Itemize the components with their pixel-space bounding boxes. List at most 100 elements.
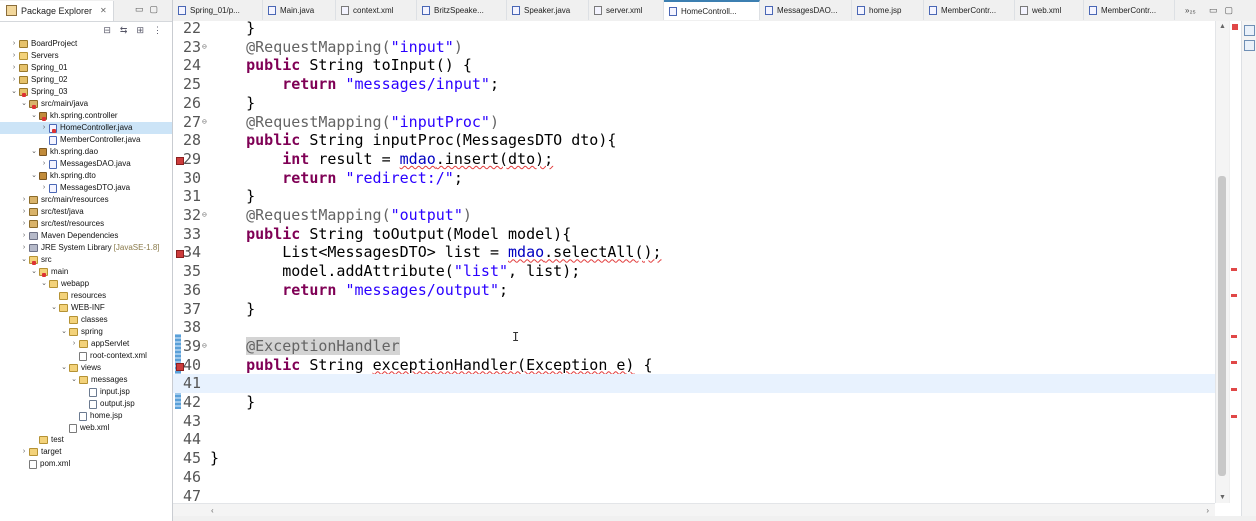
code-line[interactable]: 41 (173, 374, 1215, 393)
editor-tab[interactable]: HomeControll... (664, 0, 760, 20)
tree-item[interactable]: › MessagesDAO.java (0, 158, 172, 170)
scroll-up-arrow-icon[interactable]: ▲ (1219, 23, 1226, 30)
editor-tab[interactable]: Main.java (263, 0, 336, 20)
minimize-icon[interactable]: ▭ (1209, 5, 1225, 15)
tree-item[interactable]: › src/test/resources (0, 218, 172, 230)
fold-collapse-icon[interactable]: ⊖ (202, 38, 207, 57)
code-line[interactable]: 36 return "messages/output"; (173, 281, 1215, 300)
code-line[interactable]: 42 } (173, 393, 1215, 412)
tree-item[interactable]: ⌄ spring (0, 326, 172, 338)
code-line[interactable]: 33 public String toOutput(Model model){ (173, 225, 1215, 244)
code-line[interactable]: 24 public String toInput() { (173, 56, 1215, 75)
outline-view-icon[interactable] (1243, 25, 1255, 36)
tree-item[interactable]: › Spring_02 (0, 74, 172, 86)
tab-overflow-chevron[interactable]: »₂₅ (1175, 0, 1196, 21)
editor-tab[interactable]: home.jsp (852, 0, 924, 20)
chevron-down-icon[interactable]: ⌄ (30, 110, 38, 122)
error-summary-icon[interactable] (1232, 24, 1238, 30)
tree-item[interactable]: › JRE System Library [JavaSE-1.8] (0, 242, 172, 254)
chevron-down-icon[interactable]: ⌄ (50, 302, 58, 314)
chevron-right-icon[interactable]: › (10, 50, 18, 62)
code-line[interactable]: 32 ⊖ @RequestMapping("output") (173, 206, 1215, 225)
tree-item[interactable]: MemberController.java (0, 134, 172, 146)
link-with-editor-icon[interactable]: ⇆ (120, 25, 128, 36)
chevron-down-icon[interactable]: ⌄ (20, 254, 28, 266)
tree-item[interactable]: resources (0, 290, 172, 302)
tree-item[interactable]: ⌄ views (0, 362, 172, 374)
editor-tab[interactable]: server.xml (589, 0, 664, 20)
tree-item[interactable]: web.xml (0, 422, 172, 434)
editor-tab[interactable]: BritzSpeake... (417, 0, 507, 20)
code-line[interactable]: 29 int result = mdao.insert(dto); (173, 150, 1215, 169)
editor-tab[interactable]: MessagesDAO... (760, 0, 852, 20)
tree-item[interactable]: › target (0, 446, 172, 458)
maximize-icon[interactable]: ▢ (149, 4, 164, 14)
collapse-all-icon[interactable]: ⊟ (103, 25, 111, 36)
chevron-right-icon[interactable]: › (40, 158, 48, 170)
tree-item[interactable]: ⌄ messages (0, 374, 172, 386)
chevron-right-icon[interactable]: › (20, 206, 28, 218)
chevron-down-icon[interactable]: ⌄ (60, 326, 68, 338)
code-line[interactable]: 22 } (173, 19, 1215, 38)
chevron-down-icon[interactable]: ⌄ (10, 86, 18, 98)
close-icon[interactable]: ✕ (100, 6, 107, 15)
code-line[interactable]: 34 List<MessagesDTO> list = mdao.selectA… (173, 243, 1215, 262)
chevron-right-icon[interactable]: › (20, 230, 28, 242)
chevron-right-icon[interactable]: › (20, 446, 28, 458)
chevron-right-icon[interactable]: › (20, 194, 28, 206)
code-line[interactable]: 30 return "redirect:/"; (173, 169, 1215, 188)
chevron-right-icon[interactable]: › (10, 74, 18, 86)
code-line[interactable]: 23 ⊖ @RequestMapping("input") (173, 38, 1215, 57)
tree-item[interactable]: › Servers (0, 50, 172, 62)
tree-item[interactable]: root-context.xml (0, 350, 172, 362)
tree-item[interactable]: › Spring_01 (0, 62, 172, 74)
tree-item[interactable]: › src/main/resources (0, 194, 172, 206)
overview-error-marker[interactable] (1231, 335, 1237, 339)
chevron-right-icon[interactable]: › (70, 338, 78, 350)
code-line[interactable]: 39 ⊖ @ExceptionHandler (173, 336, 1215, 356)
code-line[interactable]: 27 ⊖ @RequestMapping("inputProc") (173, 113, 1215, 132)
chevron-down-icon[interactable]: ⌄ (40, 278, 48, 290)
code-line[interactable]: 25 return "messages/input"; (173, 75, 1215, 94)
code-line[interactable]: 38 (173, 318, 1215, 337)
chevron-down-icon[interactable]: ⌄ (70, 374, 78, 386)
chevron-right-icon[interactable]: › (40, 122, 48, 134)
chevron-right-icon[interactable]: › (10, 62, 18, 74)
editor-tab[interactable]: Spring_01/p... (173, 0, 263, 20)
overview-error-marker[interactable] (1231, 388, 1237, 392)
maximize-icon[interactable]: ▢ (1224, 5, 1240, 15)
code-editor[interactable]: 22 } 23 ⊖ @RequestMapping("input") 24 publi… (173, 19, 1215, 505)
fold-collapse-icon[interactable]: ⊖ (202, 206, 207, 225)
chevron-down-icon[interactable]: ⌄ (30, 266, 38, 278)
tree-item[interactable]: ⌄ kh.spring.dao (0, 146, 172, 158)
tree-item[interactable]: test (0, 434, 172, 446)
code-line[interactable]: 44 (173, 430, 1215, 449)
scroll-left-arrow-icon[interactable]: ‹ (211, 506, 214, 515)
chevron-down-icon[interactable]: ⌄ (60, 362, 68, 374)
tree-item[interactable]: ⌄ Spring_03 (0, 86, 172, 98)
fold-collapse-icon[interactable]: ⊖ (202, 337, 207, 356)
view-menu-icon[interactable]: ⋮ (153, 25, 162, 36)
tree-item[interactable]: pom.xml (0, 458, 172, 470)
minimize-icon[interactable]: ▭ (135, 4, 150, 14)
task-list-icon[interactable] (1243, 40, 1255, 51)
editor-tab[interactable]: MemberContr... (1084, 0, 1175, 20)
overview-error-marker[interactable] (1231, 267, 1237, 271)
package-explorer-tab[interactable]: Package Explorer ✕ (0, 0, 114, 21)
editor-tab[interactable]: web.xml (1015, 0, 1084, 20)
overview-error-marker[interactable] (1231, 415, 1237, 419)
editor-tab[interactable]: context.xml (336, 0, 417, 20)
chevron-right-icon[interactable]: › (40, 182, 48, 194)
code-line[interactable]: 35 model.addAttribute("list", list); (173, 262, 1215, 281)
overview-error-marker[interactable] (1231, 294, 1237, 298)
scrollbar-thumb[interactable] (1218, 176, 1226, 476)
tree-item[interactable]: ⌄ kh.spring.controller (0, 110, 172, 122)
tree-item[interactable]: classes (0, 314, 172, 326)
editor-tab[interactable]: Speaker.java (507, 0, 589, 20)
scroll-right-arrow-icon[interactable]: › (1206, 506, 1209, 515)
tree-item[interactable]: home.jsp (0, 410, 172, 422)
tree-item[interactable]: › HomeController.java (0, 122, 172, 134)
code-line[interactable]: 45} (173, 449, 1215, 468)
focus-icon[interactable]: ⊞ (136, 25, 144, 36)
tree-item[interactable]: ⌄ webapp (0, 278, 172, 290)
